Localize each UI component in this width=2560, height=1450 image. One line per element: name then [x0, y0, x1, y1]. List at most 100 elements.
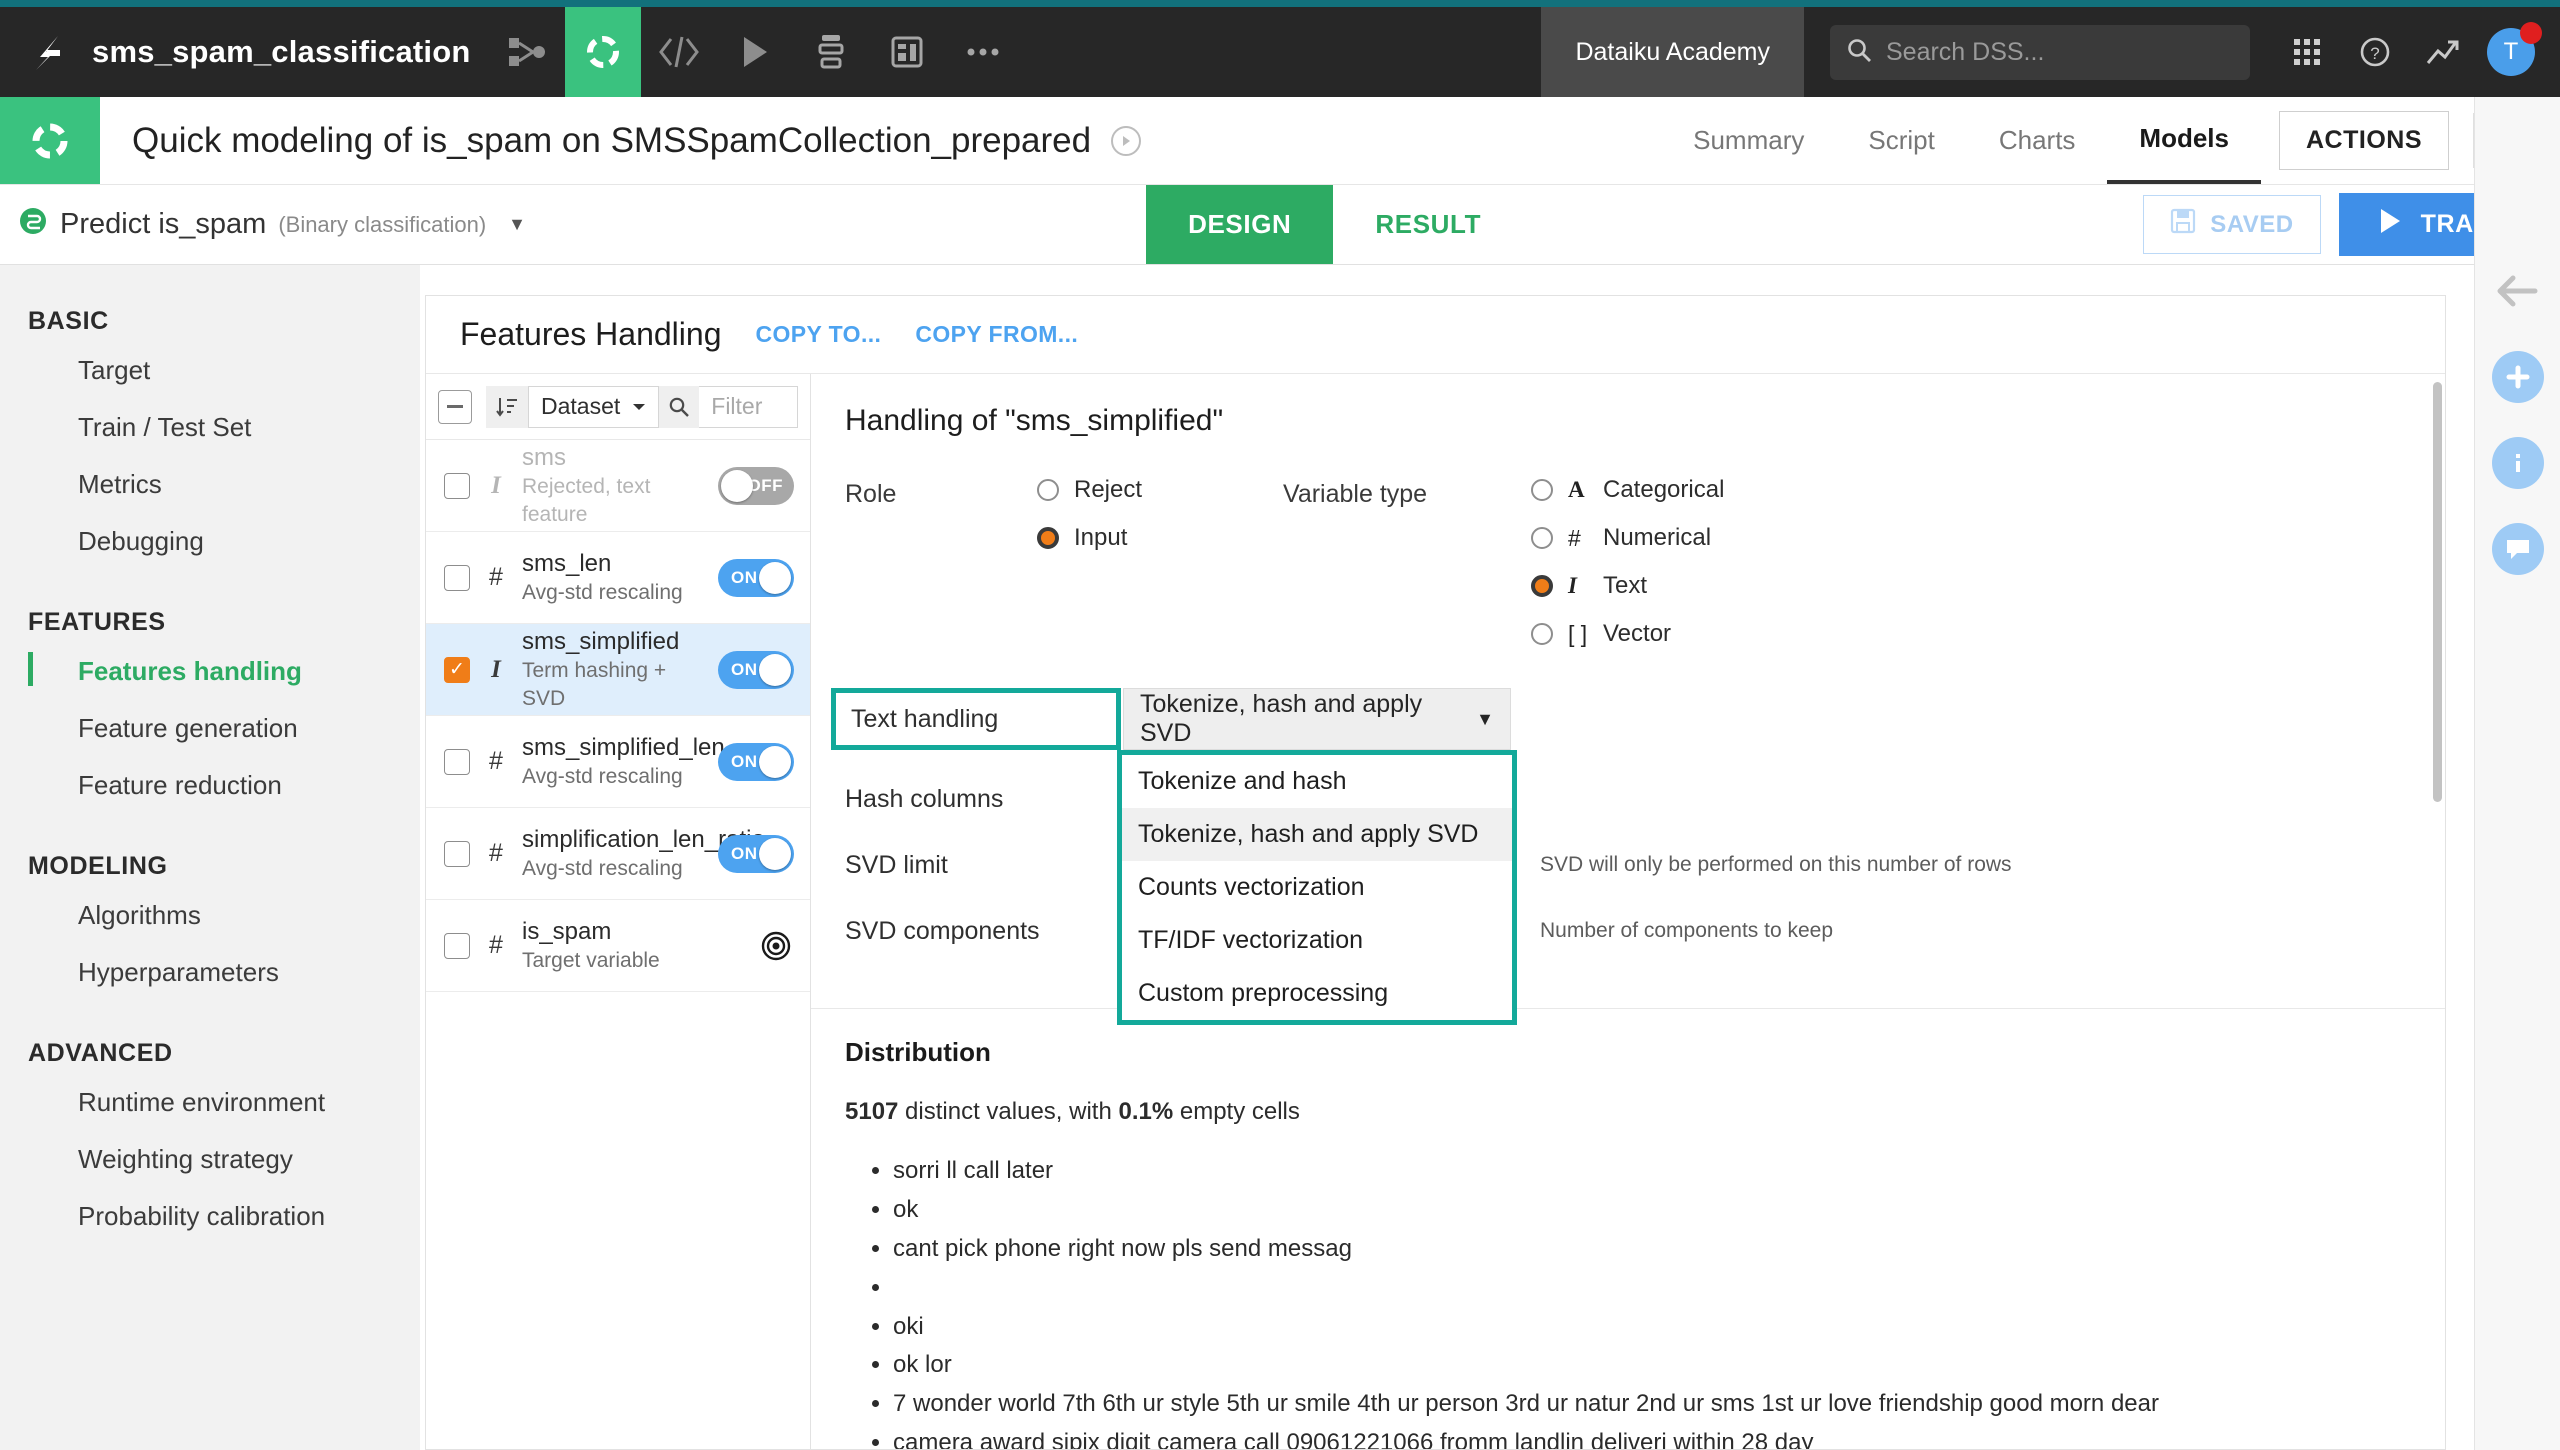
minus-box-icon[interactable] [438, 389, 472, 424]
actions-button[interactable]: ACTIONS [2279, 111, 2449, 170]
feature-toggle[interactable]: ON [718, 558, 794, 597]
sidebar-item-probability-calibration[interactable]: Probability calibration [0, 1188, 420, 1245]
top-accent-strip [0, 0, 2560, 7]
save-button-label: SAVED [2210, 210, 2294, 238]
feature-checkbox[interactable] [444, 472, 470, 499]
jobs-stack-icon[interactable] [793, 7, 869, 97]
chevron-down-icon[interactable]: ▼ [508, 214, 526, 235]
feature-checkbox[interactable] [444, 840, 470, 867]
add-icon[interactable] [2491, 351, 2544, 403]
help-icon[interactable]: ? [2348, 25, 2402, 79]
radio-role-input[interactable]: Input [1037, 524, 1283, 552]
collapse-panel-icon[interactable] [2492, 265, 2544, 317]
model-bar-spacer-right [1523, 185, 2143, 264]
table-row[interactable]: # is_spam Target variable [426, 900, 810, 992]
flow-icon[interactable] [489, 7, 565, 97]
model-bar-spacer-left [526, 185, 1146, 264]
tab-charts[interactable]: Charts [1967, 97, 2108, 184]
menu-item-counts-vectorization[interactable]: Counts vectorization [1122, 861, 1512, 914]
role-label: Role [845, 480, 897, 508]
run-jobs-icon[interactable] [717, 7, 793, 97]
feature-checkbox[interactable] [444, 748, 470, 775]
grid-apps-icon[interactable] [2280, 25, 2334, 79]
text-handling-label: Text handling [831, 688, 1121, 750]
save-button[interactable]: SAVED [2143, 195, 2321, 254]
copy-from-button[interactable]: COPY FROM... [915, 321, 1078, 348]
table-row[interactable]: # sms_len Avg-std rescaling ON [426, 532, 810, 624]
text-handling-select[interactable]: Tokenize, hash and apply SVD ▼ [1123, 688, 1511, 750]
menu-item-tfidf-vectorization[interactable]: TF/IDF vectorization [1122, 914, 1512, 967]
sidebar-item-target[interactable]: Target [0, 342, 420, 399]
menu-item-tokenize-hash-svd[interactable]: Tokenize, hash and apply SVD [1122, 808, 1512, 861]
info-icon[interactable] [2491, 437, 2544, 489]
filter-input[interactable]: Filter [699, 385, 798, 428]
more-icon[interactable] [945, 7, 1021, 97]
tab-script[interactable]: Script [1836, 97, 1966, 184]
feature-type-icon: # [489, 747, 503, 775]
sidebar-item-runtime-environment[interactable]: Runtime environment [0, 1074, 420, 1131]
sidebar-item-algorithms[interactable]: Algorithms [0, 887, 420, 944]
avatar[interactable]: T [2484, 22, 2542, 79]
sidebar-group-features: FEATURES [28, 608, 166, 636]
sidebar-item-metrics[interactable]: Metrics [0, 456, 420, 513]
sidebar-item-features-handling[interactable]: Features handling [0, 643, 420, 700]
sidebar-item-hyperparameters[interactable]: Hyperparameters [0, 944, 420, 1001]
sidebar-item-weighting-strategy[interactable]: Weighting strategy [0, 1131, 420, 1188]
tab-result[interactable]: RESULT [1333, 185, 1523, 264]
dataiku-bird-logo[interactable] [0, 7, 92, 97]
feature-toggle[interactable]: OFF [718, 466, 794, 505]
code-icon[interactable] [641, 7, 717, 97]
info-circle-icon[interactable] [1111, 125, 1142, 156]
prediction-selector[interactable]: Predict is_spam (Binary classification) … [0, 185, 526, 264]
sidebar-item-feature-generation[interactable]: Feature generation [0, 700, 420, 757]
table-row[interactable]: # sms_simplified_len Avg-std rescaling O… [426, 716, 810, 808]
feature-info: simplification_len_ratio Avg-std rescali… [522, 825, 765, 882]
lab-model-icon[interactable] [564, 7, 641, 97]
table-row[interactable]: I sms Rejected, text feature OFF [426, 440, 810, 532]
feature-name: is_spam [522, 917, 612, 945]
feature-checkbox[interactable] [444, 564, 470, 591]
radio-type-vector[interactable]: [ ] Vector [1531, 620, 1777, 648]
feature-toggle[interactable]: ON [718, 650, 794, 689]
search-input[interactable]: Search DSS... [1830, 24, 2250, 80]
variable-type-radio-group: A Categorical # Numerical I Text [] Vec… [1531, 476, 1777, 648]
feature-info: sms Rejected, text feature [522, 443, 704, 528]
feature-checkbox[interactable]: ✓ [444, 656, 470, 683]
radio-type-text[interactable]: I Text [1531, 572, 1777, 600]
sidebar-group-advanced: ADVANCED [28, 1039, 173, 1067]
setting-label: Hash columns [845, 784, 1004, 813]
right-rail [2474, 97, 2560, 1450]
list-item: ok lor [893, 1346, 2401, 1385]
radio-dot [1531, 623, 1553, 645]
type-symbol: I [1568, 573, 1577, 598]
trend-icon[interactable] [2416, 25, 2470, 79]
feature-toggle[interactable]: ON [718, 834, 794, 873]
radio-role-reject[interactable]: Reject [1037, 476, 1283, 504]
top-navigation-bar: sms_spam_classification Dataiku Academy … [0, 7, 2560, 97]
sort-icon[interactable] [486, 385, 528, 428]
tab-design[interactable]: DESIGN [1146, 185, 1334, 264]
project-name[interactable]: sms_spam_classification [92, 7, 489, 97]
grouping-select[interactable]: Dataset [528, 385, 660, 428]
radio-type-categorical[interactable]: A Categorical [1531, 476, 1777, 504]
dataiku-academy-button[interactable]: Dataiku Academy [1541, 7, 1804, 97]
vertical-scrollbar[interactable] [2433, 382, 2442, 802]
radio-type-numerical[interactable]: # Numerical [1531, 524, 1777, 552]
sidebar-item-train-test-set[interactable]: Train / Test Set [0, 399, 420, 456]
discussions-icon[interactable] [2491, 523, 2544, 575]
grouping-select-value: Dataset [541, 393, 621, 419]
feature-toggle[interactable]: ON [718, 742, 794, 781]
feature-toggle-label: ON [731, 659, 758, 679]
menu-item-tokenize-and-hash[interactable]: Tokenize and hash [1122, 755, 1512, 808]
menu-item-custom-preprocessing[interactable]: Custom preprocessing [1122, 967, 1512, 1020]
table-row[interactable]: ✓ I sms_simplified Term hashing + SVD ON [426, 624, 810, 716]
feature-checkbox[interactable] [444, 932, 470, 959]
sidebar-item-debugging[interactable]: Debugging [0, 513, 420, 570]
table-row[interactable]: # simplification_len_ratio Avg-std resca… [426, 808, 810, 900]
tab-models[interactable]: Models [2107, 97, 2261, 184]
tab-summary[interactable]: Summary [1661, 97, 1836, 184]
copy-to-button[interactable]: COPY TO... [755, 321, 881, 348]
dashboard-icon[interactable] [869, 7, 945, 97]
sidebar-item-feature-reduction[interactable]: Feature reduction [0, 757, 420, 814]
radio-label: Reject [1074, 476, 1143, 503]
